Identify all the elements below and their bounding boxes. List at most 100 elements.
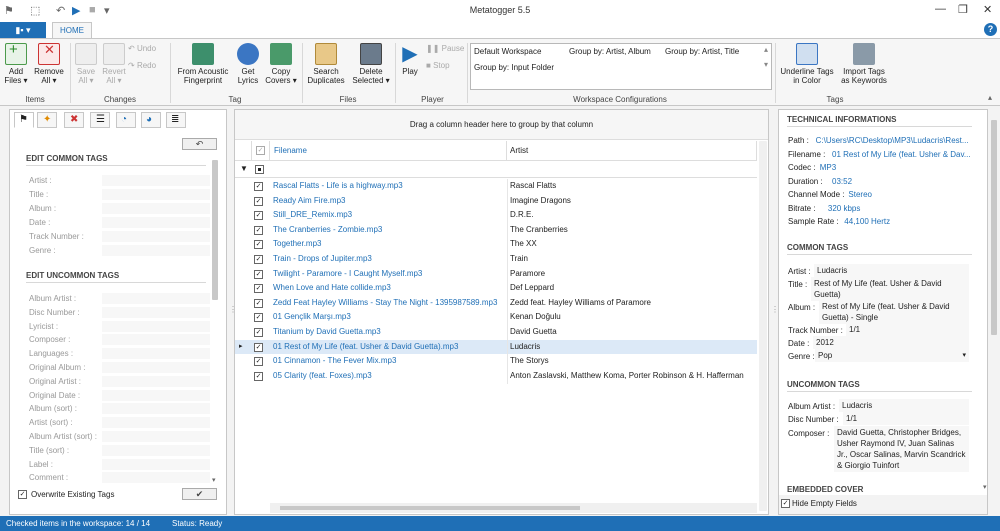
filename-cell[interactable]: Ready Aim Fire.mp3 xyxy=(273,196,503,205)
select-all-header[interactable]: ✓ xyxy=(252,141,270,161)
redo-button[interactable]: ↷ Redo xyxy=(128,61,168,70)
row-checkbox[interactable]: ✓ xyxy=(254,255,263,264)
grid-horizontal-scrollbar[interactable] xyxy=(270,503,757,513)
artist-cell[interactable]: The Cranberries xyxy=(510,225,755,234)
workspace-default[interactable]: Default Workspace xyxy=(474,47,541,56)
genre-dropdown[interactable]: Pop ▾ xyxy=(815,349,969,362)
row-checkbox[interactable]: ✓ xyxy=(254,342,263,352)
uncommon-field-input[interactable] xyxy=(102,431,210,442)
column-artist-header[interactable]: Artist xyxy=(507,141,757,161)
row-checkbox[interactable]: ✓ xyxy=(254,313,263,323)
disc-number-field[interactable]: 1/1 xyxy=(843,412,969,425)
uncommon-field-input[interactable] xyxy=(102,306,210,318)
import-keywords-button[interactable]: Import Tags as Keywords xyxy=(838,43,890,85)
artist-cell[interactable]: Def Leppard xyxy=(510,283,755,292)
date-field[interactable]: 2012 xyxy=(813,336,969,349)
restore-button[interactable]: ❐ xyxy=(958,3,968,16)
table-row[interactable]: ✓ The Cranberries - Zombie.mp3 The Cranber… xyxy=(235,222,757,238)
table-row[interactable]: ✓ Train - Drops of Jupiter.mp3 Train xyxy=(235,252,757,267)
uncommon-field-input[interactable] xyxy=(102,375,210,387)
row-checkbox[interactable]: ✓ xyxy=(254,196,263,206)
common-field-input[interactable] xyxy=(102,217,210,228)
table-row[interactable]: ✓ Titanium by David Guetta.mp3 David Guett… xyxy=(235,325,757,340)
table-row[interactable]: ✓ 01 Gençlik Marşı.mp3 Kenan Doğulu xyxy=(235,310,757,326)
table-row[interactable]: ✓ 01 Cinnamon - The Fever Mix.mp3 The Stor… xyxy=(235,354,757,370)
common-field-input[interactable] xyxy=(102,203,210,214)
filename-cell[interactable]: Still_DRE_Remix.mp3 xyxy=(273,210,503,219)
filename-cell[interactable]: When Love and Hate collide.mp3 xyxy=(273,283,503,292)
workspace-artist-album[interactable]: Group by: Artist, Album xyxy=(569,47,651,56)
filename-cell[interactable]: Rascal Flatts - Life is a highway.mp3 xyxy=(273,181,503,190)
tab-web[interactable]: ◔ xyxy=(116,112,136,128)
artist-cell[interactable]: Rascal Flatts xyxy=(510,181,755,190)
uncommon-field-input[interactable] xyxy=(102,362,210,373)
uncommon-field-input[interactable] xyxy=(102,389,210,401)
tab-clean[interactable]: ✖ xyxy=(64,112,84,128)
uncommon-field-input[interactable] xyxy=(102,472,210,484)
gallery-down-icon[interactable]: ▾ xyxy=(764,60,768,69)
tab-scripts[interactable]: ✦ xyxy=(37,112,57,128)
uncommon-field-input[interactable] xyxy=(102,348,210,360)
artist-cell[interactable]: D.R.E. xyxy=(510,210,755,219)
workspace-artist-title[interactable]: Group by: Artist, Title xyxy=(665,47,739,56)
column-filename-header[interactable]: Filename xyxy=(270,141,507,161)
undo-button[interactable]: ↶ Undo xyxy=(128,44,168,53)
composer-field[interactable]: David Guetta, Christopher Bridges, Usher… xyxy=(834,426,969,472)
underline-tags-button[interactable]: Underline Tags in Color xyxy=(778,43,836,85)
filename-cell[interactable]: 01 Rest of My Life (feat. Usher & David … xyxy=(273,342,503,351)
remove-all-button[interactable]: ✕ Remove All ▾ xyxy=(32,43,66,85)
table-row[interactable]: ✓ Still_DRE_Remix.mp3 D.R.E. xyxy=(235,208,757,224)
table-row[interactable]: ✓ Twilight - Paramore - I Caught Myself.m… xyxy=(235,266,757,282)
row-checkbox[interactable]: ✓ xyxy=(254,211,263,221)
artist-field[interactable]: Ludacris xyxy=(814,264,969,277)
from-acoustic-fingerprint-button[interactable]: From Acoustic Fingerprint xyxy=(173,43,233,85)
tab-home[interactable]: HOME xyxy=(52,22,92,39)
stop-button[interactable]: ■ Stop xyxy=(426,61,466,70)
table-row[interactable]: ✓ Ready Aim Fire.mp3 Imagine Dragons xyxy=(235,193,757,209)
row-checkbox[interactable]: ✓ xyxy=(254,269,263,279)
table-row[interactable]: ✓ Zedd Feat Hayley Williams - Stay The Ni… xyxy=(235,295,757,311)
uncommon-field-input[interactable] xyxy=(102,444,210,456)
left-scrollbar[interactable] xyxy=(212,160,218,300)
workspace-input-folder[interactable]: Group by: Input Folder xyxy=(474,63,554,72)
revert-changes-button[interactable]: ↶ xyxy=(182,138,217,150)
file-menu-tab[interactable]: ▮▪ ▾ xyxy=(0,22,46,38)
artist-cell[interactable]: David Guetta xyxy=(510,327,755,336)
title-field[interactable]: Rest of My Life (feat. Usher & David Gue… xyxy=(811,277,969,301)
scroll-down-icon[interactable]: ▾ xyxy=(212,476,216,484)
tab-list[interactable]: ☰ xyxy=(90,112,110,128)
filter-checkbox[interactable] xyxy=(255,165,264,174)
artist-cell[interactable]: Paramore xyxy=(510,269,755,278)
track-number-field[interactable]: 1/1 xyxy=(846,323,969,336)
play-button[interactable]: ▶ Play xyxy=(398,43,422,76)
table-row[interactable]: ▸ ✓ 01 Rest of My Life (feat. Usher & Davi… xyxy=(235,339,757,355)
right-scrollbar[interactable] xyxy=(991,120,997,335)
filename-cell[interactable]: Train - Drops of Jupiter.mp3 xyxy=(273,254,503,263)
help-icon[interactable]: ? xyxy=(984,23,997,36)
table-row[interactable]: ✓ Rascal Flatts - Life is a highway.mp3 Ra… xyxy=(235,179,757,194)
filename-cell[interactable]: 01 Cinnamon - The Fever Mix.mp3 xyxy=(273,356,503,365)
row-checkbox[interactable]: ✓ xyxy=(254,240,263,250)
overwrite-checkbox[interactable]: ✓ xyxy=(18,490,27,499)
table-row[interactable]: ✓ Together.mp3 The XX xyxy=(235,237,757,253)
uncommon-field-input[interactable] xyxy=(102,403,210,415)
minimize-button[interactable]: — xyxy=(935,3,946,15)
search-duplicates-button[interactable]: Search Duplicates xyxy=(305,43,347,85)
group-by-panel[interactable]: Drag a column header here to group by th… xyxy=(235,110,768,140)
uncommon-field-input[interactable] xyxy=(102,293,210,304)
tab-properties[interactable]: ≣ xyxy=(166,112,186,128)
filename-cell[interactable]: 05 Clarity (feat. Foxes).mp3 xyxy=(273,371,503,380)
filename-cell[interactable]: Together.mp3 xyxy=(273,239,503,248)
row-checkbox[interactable]: ✓ xyxy=(254,298,263,308)
get-lyrics-button[interactable]: Get Lyrics xyxy=(234,43,262,85)
artist-cell[interactable]: Ludacris xyxy=(510,342,755,351)
grid-vertical-scrollbar[interactable] xyxy=(759,141,767,511)
artist-cell[interactable]: Kenan Doğulu xyxy=(510,312,755,321)
artist-cell[interactable]: Zedd feat. Hayley Williams of Paramore xyxy=(510,298,755,307)
scroll-down-icon[interactable]: ▾ xyxy=(983,483,987,491)
select-all-checkbox[interactable]: ✓ xyxy=(256,146,265,155)
apply-tags-button[interactable]: ✔ xyxy=(182,488,217,500)
collapse-ribbon-icon[interactable]: ▴ xyxy=(988,93,992,102)
row-checkbox[interactable]: ✓ xyxy=(254,225,263,235)
artist-cell[interactable]: The XX xyxy=(510,239,755,248)
